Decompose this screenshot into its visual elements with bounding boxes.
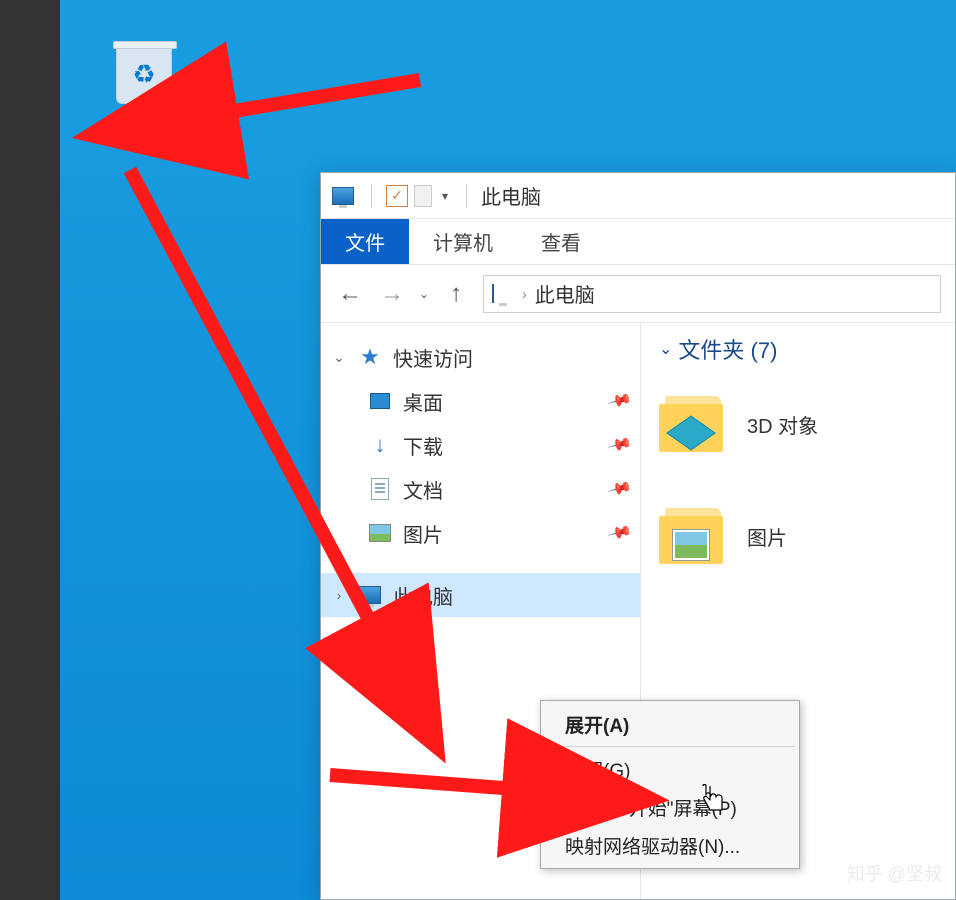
sidebar-item-quick-access[interactable]: ⌄ ★ 快速访问: [321, 335, 640, 379]
desktop-icon: [367, 390, 393, 412]
forward-button: →: [377, 279, 407, 309]
sidebar-item-documents[interactable]: 文档 📌: [321, 467, 640, 511]
sidebar-item-label: 图片: [403, 519, 443, 548]
folders-group-label: 文件夹 (7): [678, 333, 777, 365]
pin-icon: 📌: [606, 475, 633, 502]
recycle-bin[interactable]: ♻ 回收站: [94, 36, 194, 148]
window-title: 此电脑: [481, 181, 541, 210]
folder-icon: [659, 506, 729, 566]
sidebar-item-label: 快速访问: [393, 343, 473, 372]
qat-dropdown-icon[interactable]: ▾: [438, 189, 452, 203]
menu-item-pin-start[interactable]: 固定到"开始"屏幕(P): [543, 788, 797, 826]
chevron-down-icon: ⌄: [659, 339, 672, 359]
back-button[interactable]: ←: [335, 279, 365, 309]
desktop: ♻ 回收站 ✓ ▾ 此电脑 文件 计算机 查看 ← → ⌄ ↑ ›: [60, 0, 956, 900]
qat-properties-icon[interactable]: ✓: [386, 185, 408, 207]
sidebar-item-label: 网络: [393, 643, 433, 672]
sidebar-item-downloads[interactable]: ↓ 下载 📌: [321, 423, 640, 467]
sidebar-item-label: 桌面: [403, 387, 443, 416]
context-menu: 展开(A) 管理(G) 固定到"开始"屏幕(P) 映射网络驱动器(N)...: [540, 700, 800, 869]
nav-bar: ← → ⌄ ↑ › 此电脑: [321, 265, 955, 323]
folder-icon: [659, 394, 729, 454]
network-icon: 🌐: [357, 646, 383, 668]
folder-item-pictures[interactable]: 图片: [659, 495, 937, 577]
menu-item-expand[interactable]: 展开(A): [543, 705, 797, 743]
folder-item-3d-objects[interactable]: 3D 对象: [659, 383, 937, 465]
sidebar-item-pictures[interactable]: 图片 📌: [321, 511, 640, 555]
separator: [371, 184, 372, 208]
folders-group-header[interactable]: ⌄ 文件夹 (7): [659, 333, 937, 365]
tab-computer[interactable]: 计算机: [409, 219, 517, 264]
chevron-right-icon[interactable]: ›: [522, 286, 527, 302]
download-icon: ↓: [367, 434, 393, 456]
sidebar-item-label: 文档: [403, 475, 443, 504]
sidebar-item-label: 此电脑: [393, 581, 453, 610]
menu-item-map-drive[interactable]: 映射网络驱动器(N)...: [543, 826, 797, 864]
chevron-right-icon[interactable]: ›: [331, 587, 347, 603]
watermark-text: 知乎 @坚叔: [847, 860, 942, 886]
breadcrumb-icon: [492, 285, 514, 303]
app-icon: [329, 185, 357, 207]
ribbon-tabs: 文件 计算机 查看: [321, 219, 955, 265]
annotation-arrow: [180, 60, 440, 145]
picture-icon: [367, 522, 393, 544]
folder-label: 3D 对象: [747, 410, 818, 439]
folder-label: 图片: [747, 522, 787, 551]
separator: [545, 746, 795, 747]
menu-item-manage[interactable]: 管理(G): [543, 750, 797, 788]
pin-icon: 📌: [606, 387, 633, 414]
chevron-down-icon[interactable]: ⌄: [331, 349, 347, 366]
sidebar-item-this-pc[interactable]: › 此电脑: [321, 573, 640, 617]
svg-text:知: 知: [824, 866, 837, 881]
chevron-right-icon[interactable]: ›: [331, 649, 347, 665]
sidebar-item-label: 下载: [403, 431, 443, 460]
computer-icon: [357, 584, 383, 606]
star-icon: ★: [357, 346, 383, 368]
qat-new-folder-icon[interactable]: [414, 185, 432, 207]
separator: [466, 184, 467, 208]
titlebar: ✓ ▾ 此电脑: [321, 173, 955, 219]
breadcrumb-text[interactable]: 此电脑: [535, 279, 595, 308]
pin-icon: 📌: [606, 519, 633, 546]
recycle-bin-label: 回收站: [94, 122, 194, 148]
up-button[interactable]: ↑: [441, 279, 471, 309]
pin-icon: 📌: [606, 431, 633, 458]
sidebar-item-network[interactable]: › 🌐 网络: [321, 635, 640, 679]
tab-view[interactable]: 查看: [517, 219, 605, 264]
recycle-bin-icon: ♻: [112, 46, 176, 116]
breadcrumb[interactable]: › 此电脑: [483, 275, 941, 313]
watermark: 知 知乎 @坚叔: [821, 860, 942, 886]
sidebar-item-desktop[interactable]: 桌面 📌: [321, 379, 640, 423]
tab-file[interactable]: 文件: [321, 219, 409, 264]
document-icon: [367, 478, 393, 500]
history-dropdown-icon[interactable]: ⌄: [419, 287, 429, 301]
